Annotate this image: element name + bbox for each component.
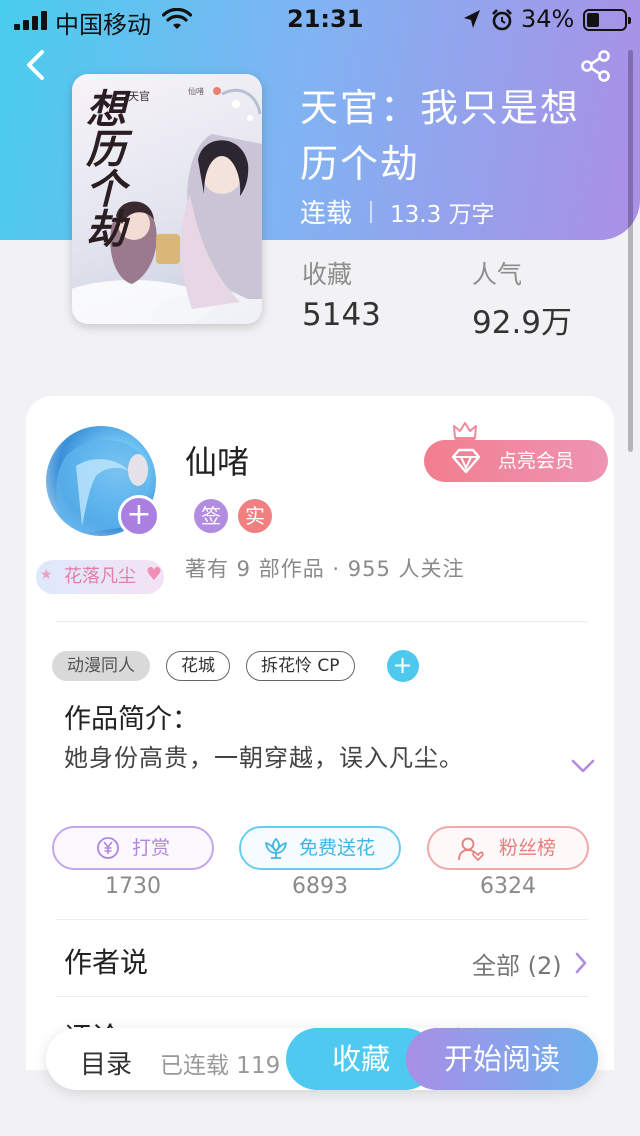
section-divider — [56, 919, 588, 920]
verified-badge: 实 — [238, 499, 272, 533]
chevron-right-icon[interactable] — [574, 952, 588, 974]
author-says-title: 作者说 — [64, 946, 149, 979]
favorites-value: 5143 — [302, 297, 381, 333]
reward-label: 打赏 — [132, 837, 171, 859]
book-meta: 连载 13.3 万字 — [300, 193, 495, 230]
meta-divider — [370, 200, 373, 223]
word-count: 13.3 万字 — [390, 201, 495, 228]
intro-title: 作品简介： — [64, 704, 199, 735]
send-flower-label: 免费送花 — [299, 837, 376, 859]
section-divider — [56, 996, 588, 997]
popularity-label: 人气 — [472, 260, 523, 289]
author-title-badge: ★ 花落凡尘 ♥ — [36, 560, 164, 594]
crown-icon — [453, 422, 477, 441]
intro-text: 她身份高贵，一朝穿越，误入凡尘。 — [64, 744, 464, 772]
author-title-text: 花落凡尘 — [64, 566, 136, 587]
cover-title-text: 想历个劫 — [86, 86, 126, 253]
diamond-icon — [451, 448, 481, 474]
battery-percent: 34% — [521, 5, 575, 33]
svg-text:仙啫: 仙啫 — [188, 86, 204, 96]
yuan-coin-icon — [97, 837, 119, 859]
star-icon: ★ — [40, 567, 53, 583]
clock: 21:31 — [287, 5, 364, 33]
wifi-icon — [162, 8, 192, 29]
reward-count: 1730 — [105, 874, 161, 899]
serial-chapter-count: 已连载 119 — [160, 1053, 281, 1079]
add-tag-button[interactable]: + — [386, 650, 419, 682]
fan-user-icon — [458, 837, 484, 862]
signed-badge: 签 — [194, 499, 228, 533]
fan-count: 6324 — [480, 874, 536, 899]
share-icon[interactable] — [578, 48, 614, 84]
chevron-down-icon[interactable] — [571, 758, 595, 774]
battery-icon — [583, 9, 631, 31]
author-stats: 著有 9 部作品 · 955 人关注 — [185, 557, 465, 581]
author-says-all-link[interactable]: 全部 (2) — [472, 946, 562, 981]
popularity-value: 92.9万 — [472, 305, 573, 341]
fan-ranking-button[interactable]: 粉丝榜 — [427, 826, 589, 870]
tag-pairing[interactable]: 拆花怜 CP — [246, 651, 355, 681]
tag-character[interactable]: 花城 — [166, 651, 230, 681]
genre-tags: 动漫同人 花城 拆花怜 CP + — [52, 650, 419, 682]
book-cover[interactable]: 天官 仙啫 想历个劫 — [72, 74, 262, 324]
heart-icon: ♥ — [145, 564, 162, 585]
serial-status: 连载 — [300, 199, 353, 229]
tag-category[interactable]: 动漫同人 — [52, 651, 150, 681]
flower-icon — [265, 837, 287, 859]
scrollbar[interactable] — [628, 50, 633, 452]
reward-button[interactable]: 打赏 — [52, 826, 214, 870]
table-of-contents-button[interactable]: 目录 — [80, 1044, 132, 1081]
flower-count: 6893 — [292, 874, 348, 899]
book-title: 天官：我只是想历个劫 — [300, 86, 581, 186]
start-reading-button[interactable]: 开始阅读 — [406, 1028, 598, 1090]
carrier-name: 中国移动 — [55, 11, 151, 39]
fan-ranking-label: 粉丝榜 — [499, 837, 557, 859]
alarm-icon — [492, 9, 512, 31]
popularity-stat: 人气 92.9万 — [472, 255, 572, 342]
cellular-signal-icon — [14, 10, 47, 30]
status-bar: 中国移动 21:31 34% — [0, 0, 640, 40]
vip-label: 点亮会员 — [498, 450, 575, 472]
send-flower-button[interactable]: 免费送花 — [239, 826, 401, 870]
location-arrow-icon — [464, 10, 480, 28]
author-name[interactable]: 仙啫 — [185, 437, 249, 483]
back-arrow-icon[interactable] — [20, 48, 52, 82]
favorites-label: 收藏 — [302, 260, 353, 289]
vip-membership-button[interactable]: 点亮会员 — [424, 440, 608, 482]
follow-author-button[interactable]: + — [118, 495, 160, 537]
section-divider — [56, 621, 588, 622]
favorites-stat: 收藏 5143 — [302, 255, 381, 333]
